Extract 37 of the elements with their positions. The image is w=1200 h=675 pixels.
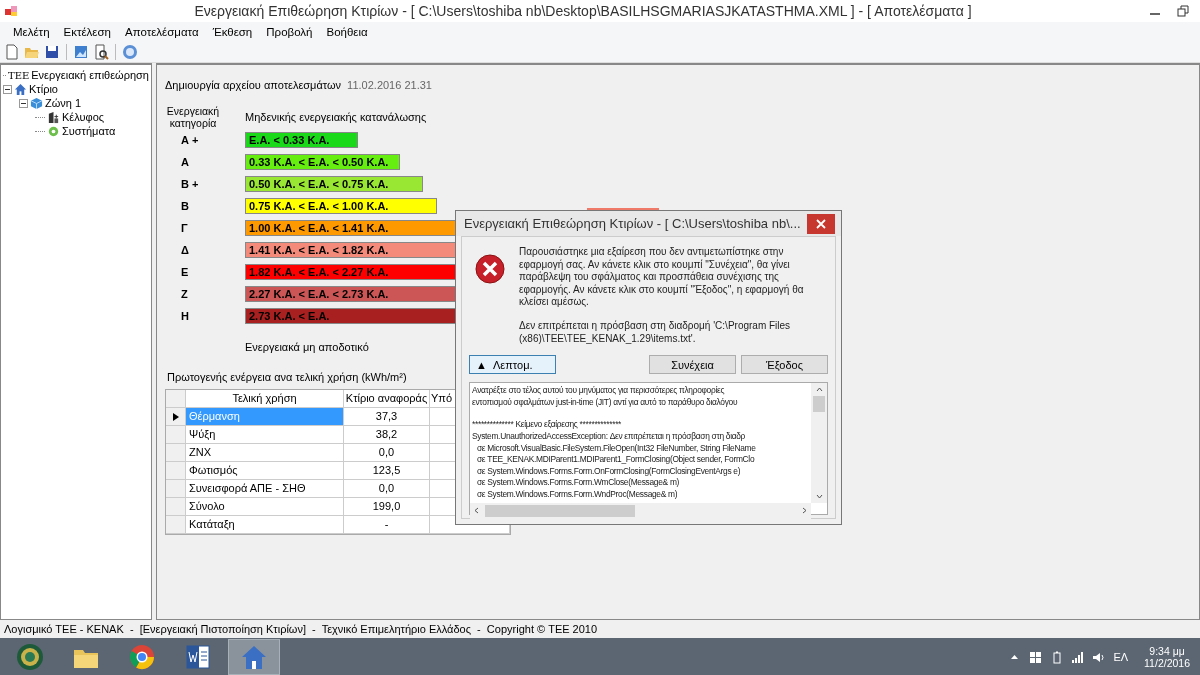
window-title: Ενεργειακή Επιθεώρηση Κτιρίων - [ C:\Users\toshiba nb\Desktop\BASILHSGMARIASJKATASTHMA.XML ] - [ Αποτελέσματα ] [193, 3, 973, 19]
scale-top-label: Μηδενικής ενεργειακής κατανάλωσης [245, 111, 428, 123]
details-line: σε System.Windows.Forms.Form.WndProc(Message& m) [476, 488, 678, 501]
energy-class-label: Α + [180, 134, 200, 146]
energy-class-label: Α [180, 156, 190, 168]
energy-class-label: Η [180, 310, 190, 322]
table-cell: 0,0 [344, 480, 430, 498]
energy-class-label: Γ [180, 222, 189, 234]
table-cell: 38,2 [344, 426, 430, 444]
energy-class-bar: 0.33 Κ.Α. < Ε.Α. < 0.50 Κ.Α. [245, 154, 400, 170]
energy-class-bar: 0.50 Κ.Α. < Ε.Α. < 0.75 Κ.Α. [245, 176, 423, 192]
table-cell: 199,0 [344, 498, 430, 516]
table-title: Πρωτογενής ενέργεια ανα τελική χρήση (kWh/m²) [167, 371, 407, 383]
table-cell: - [344, 516, 430, 534]
details-line: σε TEE_KENAK.MDIParent1.MDIParent1_FormClosing(Object sender, FormClo [476, 454, 755, 466]
created-date: 11.02.2016 21.31 [347, 79, 432, 91]
details-line: σε System.Windows.Forms.Form.OnFormClosing(FormClosingEventArgs e) [476, 465, 741, 478]
scale-bottom-label: Ενεργειακά μη αποδοτικό [245, 341, 369, 353]
details-line: σε System.Windows.Forms.Form.WmClose(Message& m) [476, 477, 680, 489]
details-line: Ανατρέξτε στο τέλος αυτού του μηνύματος για περισσότερες πληροφορίες [472, 385, 725, 397]
details-line: System.UnauthorizedAccessException: Δεν επιτρέπεται η πρόσβαση στη διαδρ [472, 430, 746, 443]
table-cell: 123,5 [344, 462, 430, 480]
energy-class-label: Β + [180, 178, 200, 190]
energy-class-bar: Ε.Α. < 0.33 Κ.Α. [245, 132, 358, 148]
details-line: εντοπισμού σφαλμάτων just-in-time (JIT) αντί για αυτό το παράθυρο διαλόγου [472, 396, 738, 409]
details-line: σε Microsoft.VisualBasic.FileSystem.FileOpen(Int32 FileNumber, String FileName [476, 442, 756, 455]
logo-text: ΤΕΕ [8, 69, 30, 81]
table-cell: 37,3 [344, 408, 430, 426]
energy-class-bar: 0.75 Κ.Α. < Ε.Α. < 1.00 Κ.Α. [245, 198, 437, 214]
energy-class-label: Β [180, 200, 190, 212]
table-cell: 0,0 [344, 444, 430, 462]
created-label: Δημιουργία αρχείου αποτελεσμάτων [165, 79, 342, 91]
energy-class-label: Ε [180, 266, 190, 278]
energy-class-label: Δ [180, 244, 190, 256]
column-label: Ενεργειακή κατηγορία [165, 105, 221, 129]
energy-class-label: Ζ [180, 288, 189, 300]
details-line: ************** Κείμενο εξαίρεσης ************** [472, 419, 622, 431]
